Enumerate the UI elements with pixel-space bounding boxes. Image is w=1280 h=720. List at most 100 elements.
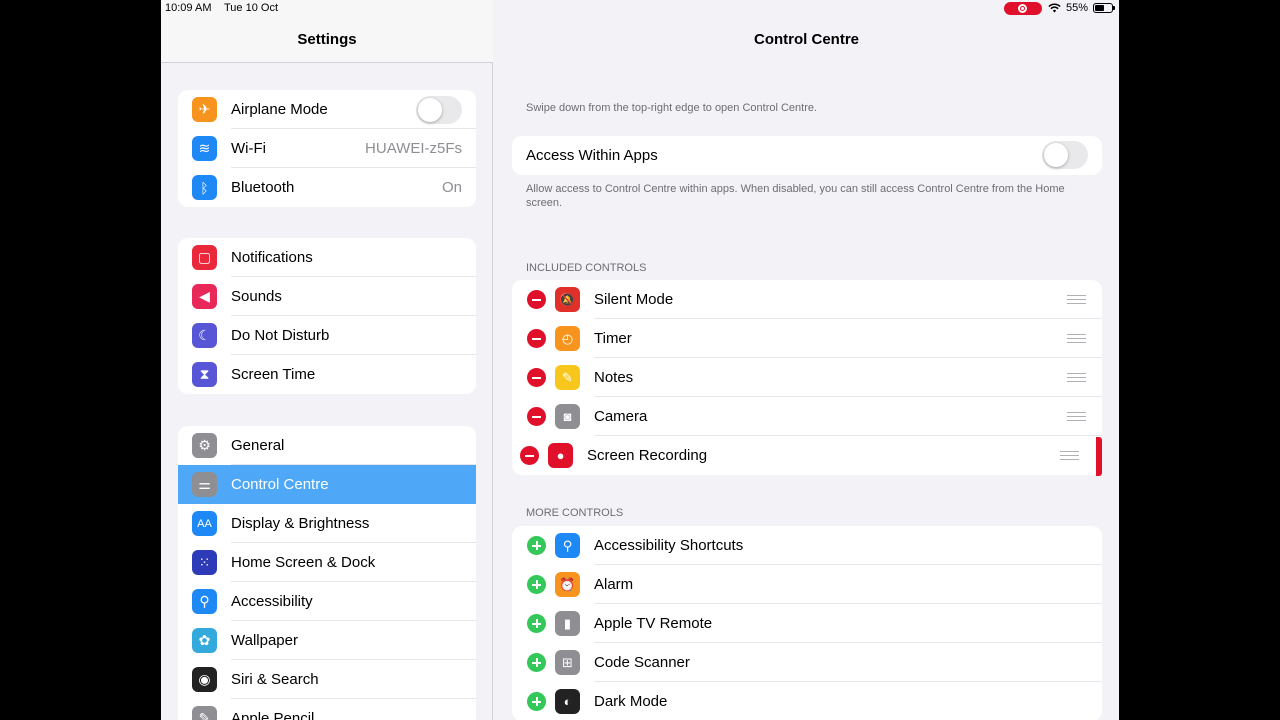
intro-note: Swipe down from the top-right edge to op… (526, 102, 818, 114)
sidebar-item-general[interactable]: ⚙ General (178, 426, 476, 465)
access-note: Allow access to Control Centre within ap… (526, 183, 1065, 209)
reorder-handle-icon[interactable] (1067, 334, 1086, 343)
remove-notes-button[interactable] (527, 368, 546, 387)
reorder-handle-icon[interactable] (1067, 412, 1086, 421)
settings-group-connectivity: ✈ Airplane Mode ≋ Wi-Fi HUAWEI-z5Fs ᛒ Bluetoot… (178, 90, 476, 207)
pencil-icon: ✎ (192, 706, 217, 720)
control-row-silent-mode: 🔕 Silent Mode (512, 280, 1102, 319)
sidebar-item-label: Do Not Disturb (231, 327, 330, 344)
sidebar-item-label: General (231, 437, 285, 454)
control-row-camera: ◙ Camera (512, 397, 1102, 436)
control-label: Code Scanner (594, 654, 690, 671)
page-title: Control Centre (754, 31, 859, 48)
add-dark-mode-button[interactable] (527, 692, 546, 711)
reorder-handle-icon[interactable] (1067, 373, 1086, 382)
status-date: Tue 10 Oct (224, 2, 279, 14)
control-row-apple-tv-remote: ▮ Apple TV Remote (512, 604, 1102, 643)
sidebar-item-airplane-mode[interactable]: ✈ Airplane Mode (178, 90, 476, 129)
battery-icon (1093, 3, 1115, 13)
accessibility-icon: ⚲ (555, 533, 580, 558)
sidebar-title: Settings (297, 31, 357, 48)
sidebar-item-wallpaper[interactable]: ✿ Wallpaper (178, 621, 476, 660)
control-label: Dark Mode (594, 693, 668, 710)
sidebar-item-home-screen-dock[interactable]: ⁙ Home Screen & Dock (178, 543, 476, 582)
sidebar-item-siri-search[interactable]: ◉ Siri & Search (178, 660, 476, 699)
sidebar-item-label: Bluetooth (231, 179, 295, 196)
control-label: Notes (594, 369, 634, 386)
control-label: Accessibility Shortcuts (594, 537, 744, 554)
control-label: Silent Mode (594, 291, 674, 308)
sidebar-item-label: Siri & Search (231, 671, 319, 688)
add-accessibility-shortcuts-button[interactable] (527, 536, 546, 555)
airplane-icon: ✈ (192, 97, 217, 122)
sidebar-item-do-not-disturb[interactable]: ☾ Do Not Disturb (178, 316, 476, 355)
status-bar: 10:09 AM Tue 10 Oct 55% (161, 0, 1119, 18)
gear-icon: ⚙ (192, 433, 217, 458)
home-grid-icon: ⁙ (192, 550, 217, 575)
sidebar-item-apple-pencil[interactable]: ✎ Apple Pencil (178, 699, 476, 720)
access-within-apps-toggle[interactable] (1042, 141, 1088, 169)
text-size-icon: AA (192, 511, 217, 536)
sidebar-item-accessibility[interactable]: ⚲ Accessibility (178, 582, 476, 621)
control-row-dark-mode: ◐ Dark Mode (512, 682, 1102, 720)
sidebar-item-notifications[interactable]: ▢ Notifications (178, 238, 476, 277)
sidebar-item-sounds[interactable]: ◀ Sounds (178, 277, 476, 316)
camera-icon: ◙ (555, 404, 580, 429)
control-label: Apple TV Remote (594, 615, 713, 632)
sidebar-item-screen-time[interactable]: ⧗ Screen Time (178, 355, 476, 394)
add-code-scanner-button[interactable] (527, 653, 546, 672)
record-icon: ● (548, 443, 573, 468)
remove-camera-button[interactable] (527, 407, 546, 426)
control-row-code-scanner: ⊞ Code Scanner (512, 643, 1102, 682)
sidebar-item-label: Display & Brightness (231, 515, 370, 532)
sidebar-item-control-centre[interactable]: ⚌ Control Centre (178, 465, 476, 504)
access-within-apps-group: Access Within Apps (512, 136, 1102, 175)
timer-icon: ◴ (555, 326, 580, 351)
control-centre-pane: Control Centre Swipe down from the top-r… (494, 0, 1119, 720)
included-controls-list: 🔕 Silent Mode ◴ Timer ✎ Notes ◙ Camera ● Screen R… (512, 280, 1102, 475)
airplane-mode-toggle[interactable] (416, 96, 462, 124)
hourglass-icon: ⧗ (192, 362, 217, 387)
siri-icon: ◉ (192, 667, 217, 692)
more-controls-list: ⚲ Accessibility Shortcuts ⏰ Alarm ▮ Apple TV … (512, 526, 1102, 720)
moon-icon: ☾ (192, 323, 217, 348)
sidebar-item-display-brightness[interactable]: AA Display & Brightness (178, 504, 476, 543)
sidebar-item-label: Apple Pencil (231, 710, 315, 720)
access-within-apps-label: Access Within Apps (526, 147, 658, 164)
ipad-screen: 10:09 AM Tue 10 Oct 55% Settings ✈ Airpla… (161, 0, 1119, 720)
add-apple-tv-remote-button[interactable] (527, 614, 546, 633)
reorder-handle-icon[interactable] (1060, 451, 1079, 460)
sidebar-item-label: Sounds (231, 288, 282, 305)
reorder-handle-icon[interactable] (1067, 295, 1086, 304)
sidebar-item-label: Accessibility (231, 593, 313, 610)
sidebar-item-wi-fi[interactable]: ≋ Wi-Fi HUAWEI-z5Fs (178, 129, 476, 168)
sidebar-item-label: Notifications (231, 249, 313, 266)
remove-silent-mode-button[interactable] (527, 290, 546, 309)
flower-icon: ✿ (192, 628, 217, 653)
sidebar-item-bluetooth[interactable]: ᛒ Bluetooth On (178, 168, 476, 207)
notes-icon: ✎ (555, 365, 580, 390)
access-within-apps-row: Access Within Apps (512, 136, 1102, 175)
sidebar-item-label: Control Centre (231, 476, 329, 493)
included-controls-header: INCLUDED CONTROLS (526, 262, 647, 274)
dark-mode-icon: ◐ (555, 689, 580, 714)
wifi-icon: ≋ (192, 136, 217, 161)
alarm-icon: ⏰ (555, 572, 580, 597)
switches-icon: ⚌ (192, 472, 217, 497)
sidebar-item-label: Wi-Fi (231, 140, 266, 157)
record-icon (1018, 4, 1027, 13)
wifi-icon (1048, 3, 1061, 13)
control-row-timer: ◴ Timer (512, 319, 1102, 358)
add-alarm-button[interactable] (527, 575, 546, 594)
sidebar-item-label: Home Screen & Dock (231, 554, 376, 571)
settings-group-general: ⚙ General ⚌ Control Centre AA Display & Brigh… (178, 426, 476, 720)
remove-timer-button[interactable] (527, 329, 546, 348)
more-controls-header: MORE CONTROLS (526, 507, 624, 519)
screen-recording-indicator[interactable] (1004, 2, 1042, 15)
sidebar-item-label: Airplane Mode (231, 101, 328, 118)
sidebar-item-label: Screen Time (231, 366, 316, 383)
remove-screen-recording-button[interactable] (520, 446, 539, 465)
notifications-icon: ▢ (192, 245, 217, 270)
remote-icon: ▮ (555, 611, 580, 636)
accessibility-icon: ⚲ (192, 589, 217, 614)
